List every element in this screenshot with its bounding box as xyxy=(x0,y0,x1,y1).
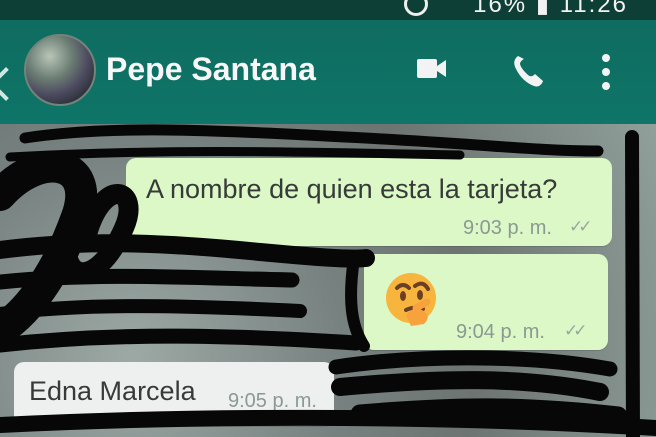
privacy-redaction xyxy=(0,124,656,437)
photo-frame: 16% ▮ 11:26 Pepe Santana A nombre de qui… xyxy=(0,0,656,437)
